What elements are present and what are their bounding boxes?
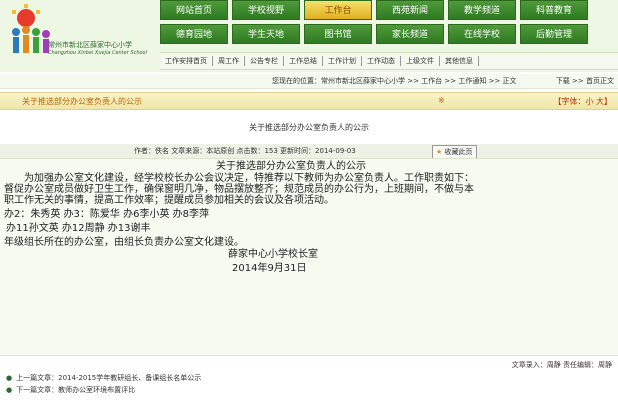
subnav-other[interactable]: 其他信息 <box>440 56 479 66</box>
subnav-weekly[interactable]: 周工作 <box>213 56 245 66</box>
star-icon: ★ <box>436 148 443 156</box>
nav-moral[interactable]: 德育园地 <box>160 24 228 44</box>
nav-logistics[interactable]: 后勤管理 <box>520 24 588 44</box>
office-list-1: 办2：朱秀英 办3：陈爱华 办6李小英 办8李萍 <box>4 209 209 220</box>
signature-org: 薛家中心小学校长室 <box>228 249 318 260</box>
article-footer-sign: 文章录入：周静 责任编辑：周静 <box>511 361 612 369</box>
bullet-icon: ● <box>6 386 13 394</box>
office-list-2: 办11孙文英 办12周静 办13谢丰 <box>6 223 151 234</box>
prev-next-links: ● 上一篇文章：2014-2015学年教研组长、备课组长名单公示 ● 下一篇文章：教… <box>6 372 201 396</box>
title-bar-mark: ※ <box>438 96 445 105</box>
prev-article: ● 上一篇文章：2014-2015学年教研组长、备课组长名单公示 <box>6 372 201 384</box>
school-name: 常州市新北区薛家中心小学 <box>48 41 132 49</box>
subnav-plan[interactable]: 工作计划 <box>323 56 362 66</box>
breadcrumb-path[interactable]: 您现在的位置：常州市新北区薛家中心小学 >> 工作台 >> 工作通知 >> 正文 <box>272 76 517 86</box>
nav-row-1: 网站首页 学校视野 工作台 西苑新闻 教学频道 科普教育 <box>160 0 618 22</box>
article-content: 关于推选部分办公室负责人的公示 为加强办公室文化建设，经学校校长办公会议决定，特… <box>0 158 618 356</box>
subnav-home[interactable]: 工作安排首页 <box>160 56 213 66</box>
school-logo <box>12 4 50 53</box>
next-article-link[interactable]: 下一篇文章：教师办公室环境布置评比 <box>16 386 135 394</box>
paragraph-3: 职工作无关的事情，提高工作效率；提醒成员参加相关的会议及各项活动。 <box>4 195 334 206</box>
nav-library[interactable]: 图书馆 <box>304 24 372 44</box>
site-header: 常州市新北区薛家中心小学 Changzhou Xinbei Xuejia Cen… <box>0 0 618 72</box>
favorite-label: 收藏此页 <box>444 148 473 156</box>
article-meta: 作者：佚名 文章来源：本站原创 点击数：153 更新时间：2014-09-03 <box>134 147 356 155</box>
nav-online-school[interactable]: 在线学校 <box>448 24 516 44</box>
subnav-summary[interactable]: 工作总结 <box>284 56 323 66</box>
nav-workbench[interactable]: 工作台 <box>304 0 372 20</box>
sub-nav: 工作安排首页 周工作 公告专栏 工作总结 工作计划 工作动态 上级文件 其他信息 <box>160 52 618 70</box>
content-title: 关于推选部分办公室负责人的公示 <box>216 161 366 172</box>
paragraph-2: 督促办公室成员做好卫生工作，确保窗明几净，物品摆放整齐；规范成员的办公行为，上班… <box>4 184 474 195</box>
nav-news[interactable]: 西苑新闻 <box>376 0 444 20</box>
next-article: ● 下一篇文章：教师办公室环境布置评比 <box>6 384 201 396</box>
main-nav: 网站首页 学校视野 工作台 西苑新闻 教学频道 科普教育 德育园地 学生天地 图… <box>160 0 618 48</box>
grade-note: 年级组长所在的办公室，由组长负责办公室文化建设。 <box>4 237 244 248</box>
nav-parents[interactable]: 家长频道 <box>376 24 444 44</box>
nav-school-view[interactable]: 学校视野 <box>232 0 300 20</box>
nav-row-2: 德育园地 学生天地 图书馆 家长频道 在线学校 后勤管理 <box>160 24 618 46</box>
article-meta-bar: 作者：佚名 文章来源：本站原创 点击数：153 更新时间：2014-09-03 … <box>0 144 618 159</box>
school-name-en: Changzhou Xinbei Xuejia Center School <box>48 50 148 56</box>
nav-home[interactable]: 网站首页 <box>160 0 228 20</box>
nav-students[interactable]: 学生天地 <box>232 24 300 44</box>
nav-teaching[interactable]: 教学频道 <box>448 0 516 20</box>
font-size-control[interactable]: 【字体：小 大】 <box>553 96 612 107</box>
title-bar-heading: 关于推选部分办公室负责人的公示 <box>22 97 142 106</box>
favorite-button[interactable]: ★ 收藏此页 <box>432 145 477 159</box>
bullet-icon: ● <box>6 374 13 382</box>
article-title-bar: 关于推选部分办公室负责人的公示 ※ 【字体：小 大】 <box>0 92 618 110</box>
signature-date: 2014年9月31日 <box>232 263 307 274</box>
paragraph-1: 为加强办公室文化建设，经学校校长办公会议决定，特推荐以下教师为办公室负责人。工作… <box>24 173 474 184</box>
article-title: 关于推选部分办公室负责人的公示 <box>249 123 369 132</box>
prev-article-link[interactable]: 上一篇文章：2014-2015学年教研组长、备课组长名单公示 <box>16 374 201 382</box>
subnav-dynamics[interactable]: 工作动态 <box>362 56 401 66</box>
breadcrumb-right[interactable]: 下载 >> 首页正文 <box>556 76 614 86</box>
nav-science[interactable]: 科普教育 <box>520 0 588 20</box>
breadcrumb: 您现在的位置：常州市新北区薛家中心小学 >> 工作台 >> 工作通知 >> 正文… <box>0 74 618 89</box>
subnav-documents[interactable]: 上级文件 <box>401 56 440 66</box>
subnav-notices[interactable]: 公告专栏 <box>245 56 284 66</box>
